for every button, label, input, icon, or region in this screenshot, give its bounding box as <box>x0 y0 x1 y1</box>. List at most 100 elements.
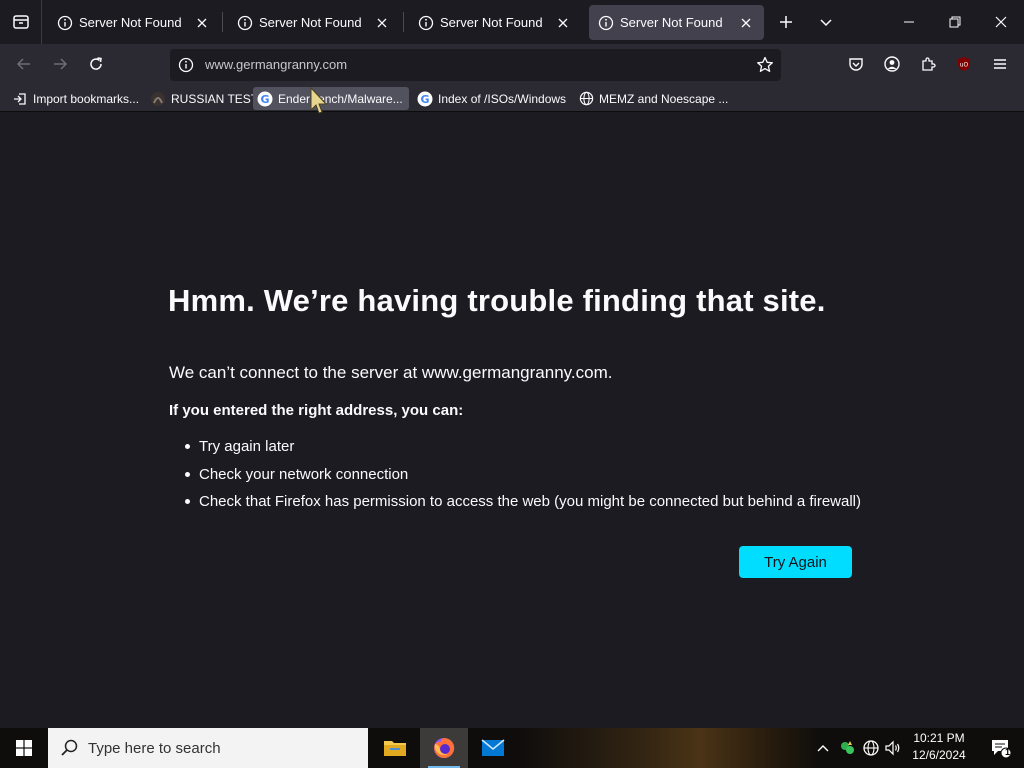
bookmark-label: Import bookmarks... <box>33 91 140 106</box>
dark-favicon <box>150 91 166 107</box>
address-bar[interactable]: www.germangranny.com <box>170 49 781 81</box>
taskbar-firefox[interactable] <box>420 728 468 768</box>
tray-app-icon[interactable] <box>836 737 858 759</box>
restore-button[interactable] <box>932 0 978 44</box>
plus-icon <box>780 16 792 28</box>
account-button[interactable] <box>876 48 908 80</box>
list-item: Check that Firefox has permission to acc… <box>169 488 861 516</box>
close-icon <box>995 16 1007 28</box>
bookmark-label: MEMZ and Noescape ... <box>599 91 729 106</box>
tab-divider <box>403 12 404 32</box>
reload-icon <box>90 57 102 70</box>
close-tab-icon[interactable] <box>551 11 575 35</box>
try-again-button[interactable]: Try Again <box>739 546 852 578</box>
ublock-icon: uO <box>958 57 970 71</box>
firefox-icon <box>434 737 455 758</box>
error-subheading: If you entered the right address, you ca… <box>169 402 464 419</box>
forward-button[interactable] <box>44 48 76 80</box>
search-icon <box>60 738 80 758</box>
list-item: Try again later <box>169 433 861 461</box>
system-clock[interactable]: 10:21 PM 12/6/2024 <box>900 730 978 766</box>
error-title: Hmm. We’re having trouble finding that s… <box>168 283 826 318</box>
extensions-button[interactable] <box>912 48 944 80</box>
taskbar-search-box[interactable]: Type here to search <box>48 728 368 768</box>
close-tab-icon[interactable] <box>190 11 214 35</box>
action-center-button[interactable]: 1 <box>978 728 1024 768</box>
chevron-down-icon <box>820 19 832 27</box>
svg-text:uO: uO <box>960 62 969 69</box>
info-icon <box>237 15 253 31</box>
bookmark-enderbench[interactable]: G EnderBench/Malware... <box>253 87 409 110</box>
close-window-button[interactable] <box>978 0 1024 44</box>
google-icon: G <box>417 91 433 107</box>
firefox-view-icon <box>12 15 29 29</box>
close-tab-icon[interactable] <box>734 11 758 35</box>
search-placeholder: Type here to search <box>88 739 221 757</box>
windows-logo-icon <box>16 740 32 756</box>
list-all-tabs-button[interactable] <box>810 6 842 38</box>
bookmark-star-icon[interactable] <box>756 56 774 74</box>
url-text[interactable]: www.germangranny.com <box>205 49 347 81</box>
forward-arrow-icon <box>54 58 68 70</box>
info-icon <box>57 15 73 31</box>
ublock-origin-button[interactable]: uO <box>948 48 980 80</box>
close-tab-icon[interactable] <box>370 11 394 35</box>
info-icon <box>418 15 434 31</box>
notification-count: 1 <box>1005 747 1011 757</box>
tab-divider <box>222 12 223 32</box>
tab-2[interactable]: Server Not Found <box>228 5 400 40</box>
firefox-view-button[interactable] <box>0 0 42 44</box>
puzzle-icon <box>922 57 936 71</box>
account-icon <box>884 56 900 72</box>
folder-icon <box>384 741 406 756</box>
bookmark-label: EnderBench/Malware... <box>278 91 403 106</box>
network-globe-icon[interactable] <box>860 737 882 759</box>
bookmark-import[interactable]: Import bookmarks... <box>8 87 143 110</box>
site-info-icon[interactable] <box>178 57 194 73</box>
import-icon <box>12 91 28 107</box>
bookmark-label: Index of /ISOs/Windows <box>438 91 567 106</box>
tab-1[interactable]: Server Not Found <box>48 5 220 40</box>
google-icon: G <box>257 91 273 107</box>
start-button[interactable] <box>0 728 48 768</box>
error-description: We can’t connect to the server at www.ge… <box>169 363 613 382</box>
bookmark-russian-test[interactable]: RUSSIAN TEST <box>146 87 262 110</box>
tab-title: Server Not Found <box>79 15 182 30</box>
globe-icon <box>578 91 594 107</box>
new-tab-button[interactable] <box>770 6 802 38</box>
suggestion-list: Try again later Check your network conne… <box>169 433 861 516</box>
taskbar-file-explorer[interactable] <box>371 728 419 768</box>
tab-strip: Server Not Found Server Not Found Server… <box>0 0 1024 44</box>
tab-4-active[interactable]: Server Not Found <box>589 5 764 40</box>
clock-date: 12/6/2024 <box>912 748 966 762</box>
minimize-icon <box>904 21 914 23</box>
mouse-cursor-icon <box>310 86 328 114</box>
taskbar-mail[interactable] <box>469 728 517 768</box>
pocket-button[interactable] <box>840 48 872 80</box>
show-hidden-icons-chevron-icon[interactable] <box>812 737 834 759</box>
tab-title: Server Not Found <box>440 15 543 30</box>
tab-title: Server Not Found <box>259 15 362 30</box>
windows-taskbar: Type here to search 10:21 PM 12/6/2024 1 <box>0 728 1024 768</box>
taskbar-wallpaper <box>520 728 820 768</box>
clock-time: 10:21 PM <box>913 731 965 745</box>
bookmark-index-isos[interactable]: G Index of /ISOs/Windows <box>413 87 570 110</box>
bookmark-label: RUSSIAN TEST <box>171 91 259 106</box>
svg-text:G: G <box>420 93 429 106</box>
bookmark-memz[interactable]: MEMZ and Noescape ... <box>574 87 732 110</box>
back-arrow-icon <box>16 58 30 70</box>
mail-icon <box>481 739 505 756</box>
info-icon <box>598 15 614 31</box>
app-menu-button[interactable] <box>984 48 1016 80</box>
svg-text:G: G <box>260 93 269 106</box>
reload-button[interactable] <box>80 48 112 80</box>
restore-icon <box>949 16 961 28</box>
hamburger-menu-icon <box>994 59 1006 69</box>
back-button[interactable] <box>8 48 40 80</box>
tab-title: Server Not Found <box>620 15 723 30</box>
error-page: Hmm. We’re having trouble finding that s… <box>0 113 1024 728</box>
tab-3[interactable]: Server Not Found <box>409 5 581 40</box>
bookmarks-toolbar: Import bookmarks... RUSSIAN TEST G Ender… <box>0 84 1024 112</box>
minimize-button[interactable] <box>886 0 932 44</box>
list-item: Check your network connection <box>169 461 861 489</box>
